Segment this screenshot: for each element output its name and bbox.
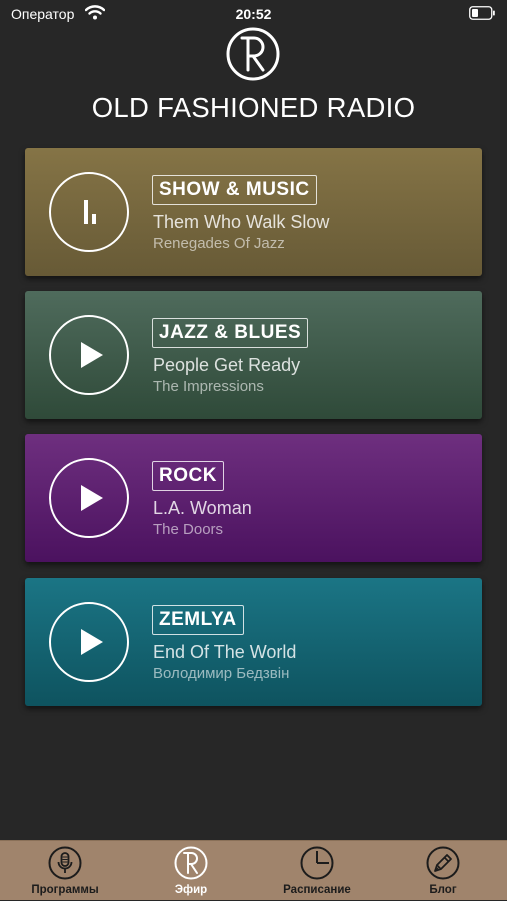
tab-schedule[interactable]: Расписание [254,841,380,901]
pen-icon [426,846,460,880]
microphone-icon [48,846,82,880]
equalizer-icon [84,200,96,224]
artist-name: Renegades Of Jazz [153,235,285,252]
genre-label: ZEMLYA [152,605,244,635]
station-card-rock[interactable]: ROCK L.A. Woman The Doors [25,434,482,562]
tab-bar: Программы Эфир Расписание Блог [0,840,507,900]
play-button[interactable] [49,602,129,682]
battery-icon [469,6,495,20]
play-icon [81,485,103,511]
pause-button[interactable] [49,172,129,252]
song-title: End Of The World [153,642,297,662]
radio-logo-icon [226,27,280,81]
tab-label: Программы [31,884,99,896]
status-bar: Оператор 20:52 [0,0,507,28]
radio-logo-icon [174,846,208,880]
play-icon [81,629,103,655]
tab-blog[interactable]: Блог [380,841,506,901]
station-card-jazz-blues[interactable]: JAZZ & BLUES People Get Ready The Impres… [25,291,482,419]
station-card-show-music[interactable]: SHOW & MUSIC Them Who Walk Slow Renegade… [25,148,482,276]
genre-label: SHOW & MUSIC [152,175,317,205]
tab-live[interactable]: Эфир [128,841,254,901]
station-card-zemlya[interactable]: ZEMLYA End Of The World Володимир Бедзві… [25,578,482,706]
tab-label: Расписание [283,884,351,896]
artist-name: The Impressions [153,378,264,395]
artist-name: The Doors [153,521,224,538]
song-title: L.A. Woman [153,498,252,518]
page-title: OLD FASHIONED RADIO [91,92,416,123]
clock-icon [300,846,334,880]
status-time: 20:52 [235,6,272,22]
tab-programs[interactable]: Программы [2,841,128,901]
artist-name: Володимир Бедзвін [153,665,290,682]
tab-label: Эфир [174,884,208,896]
song-title: Them Who Walk Slow [153,212,330,232]
genre-label: ROCK [152,461,224,491]
song-title: People Get Ready [153,355,301,375]
play-button[interactable] [49,458,129,538]
genre-label: JAZZ & BLUES [152,318,309,348]
play-icon [81,342,103,368]
tab-label: Блог [429,884,457,896]
play-button[interactable] [49,315,129,395]
